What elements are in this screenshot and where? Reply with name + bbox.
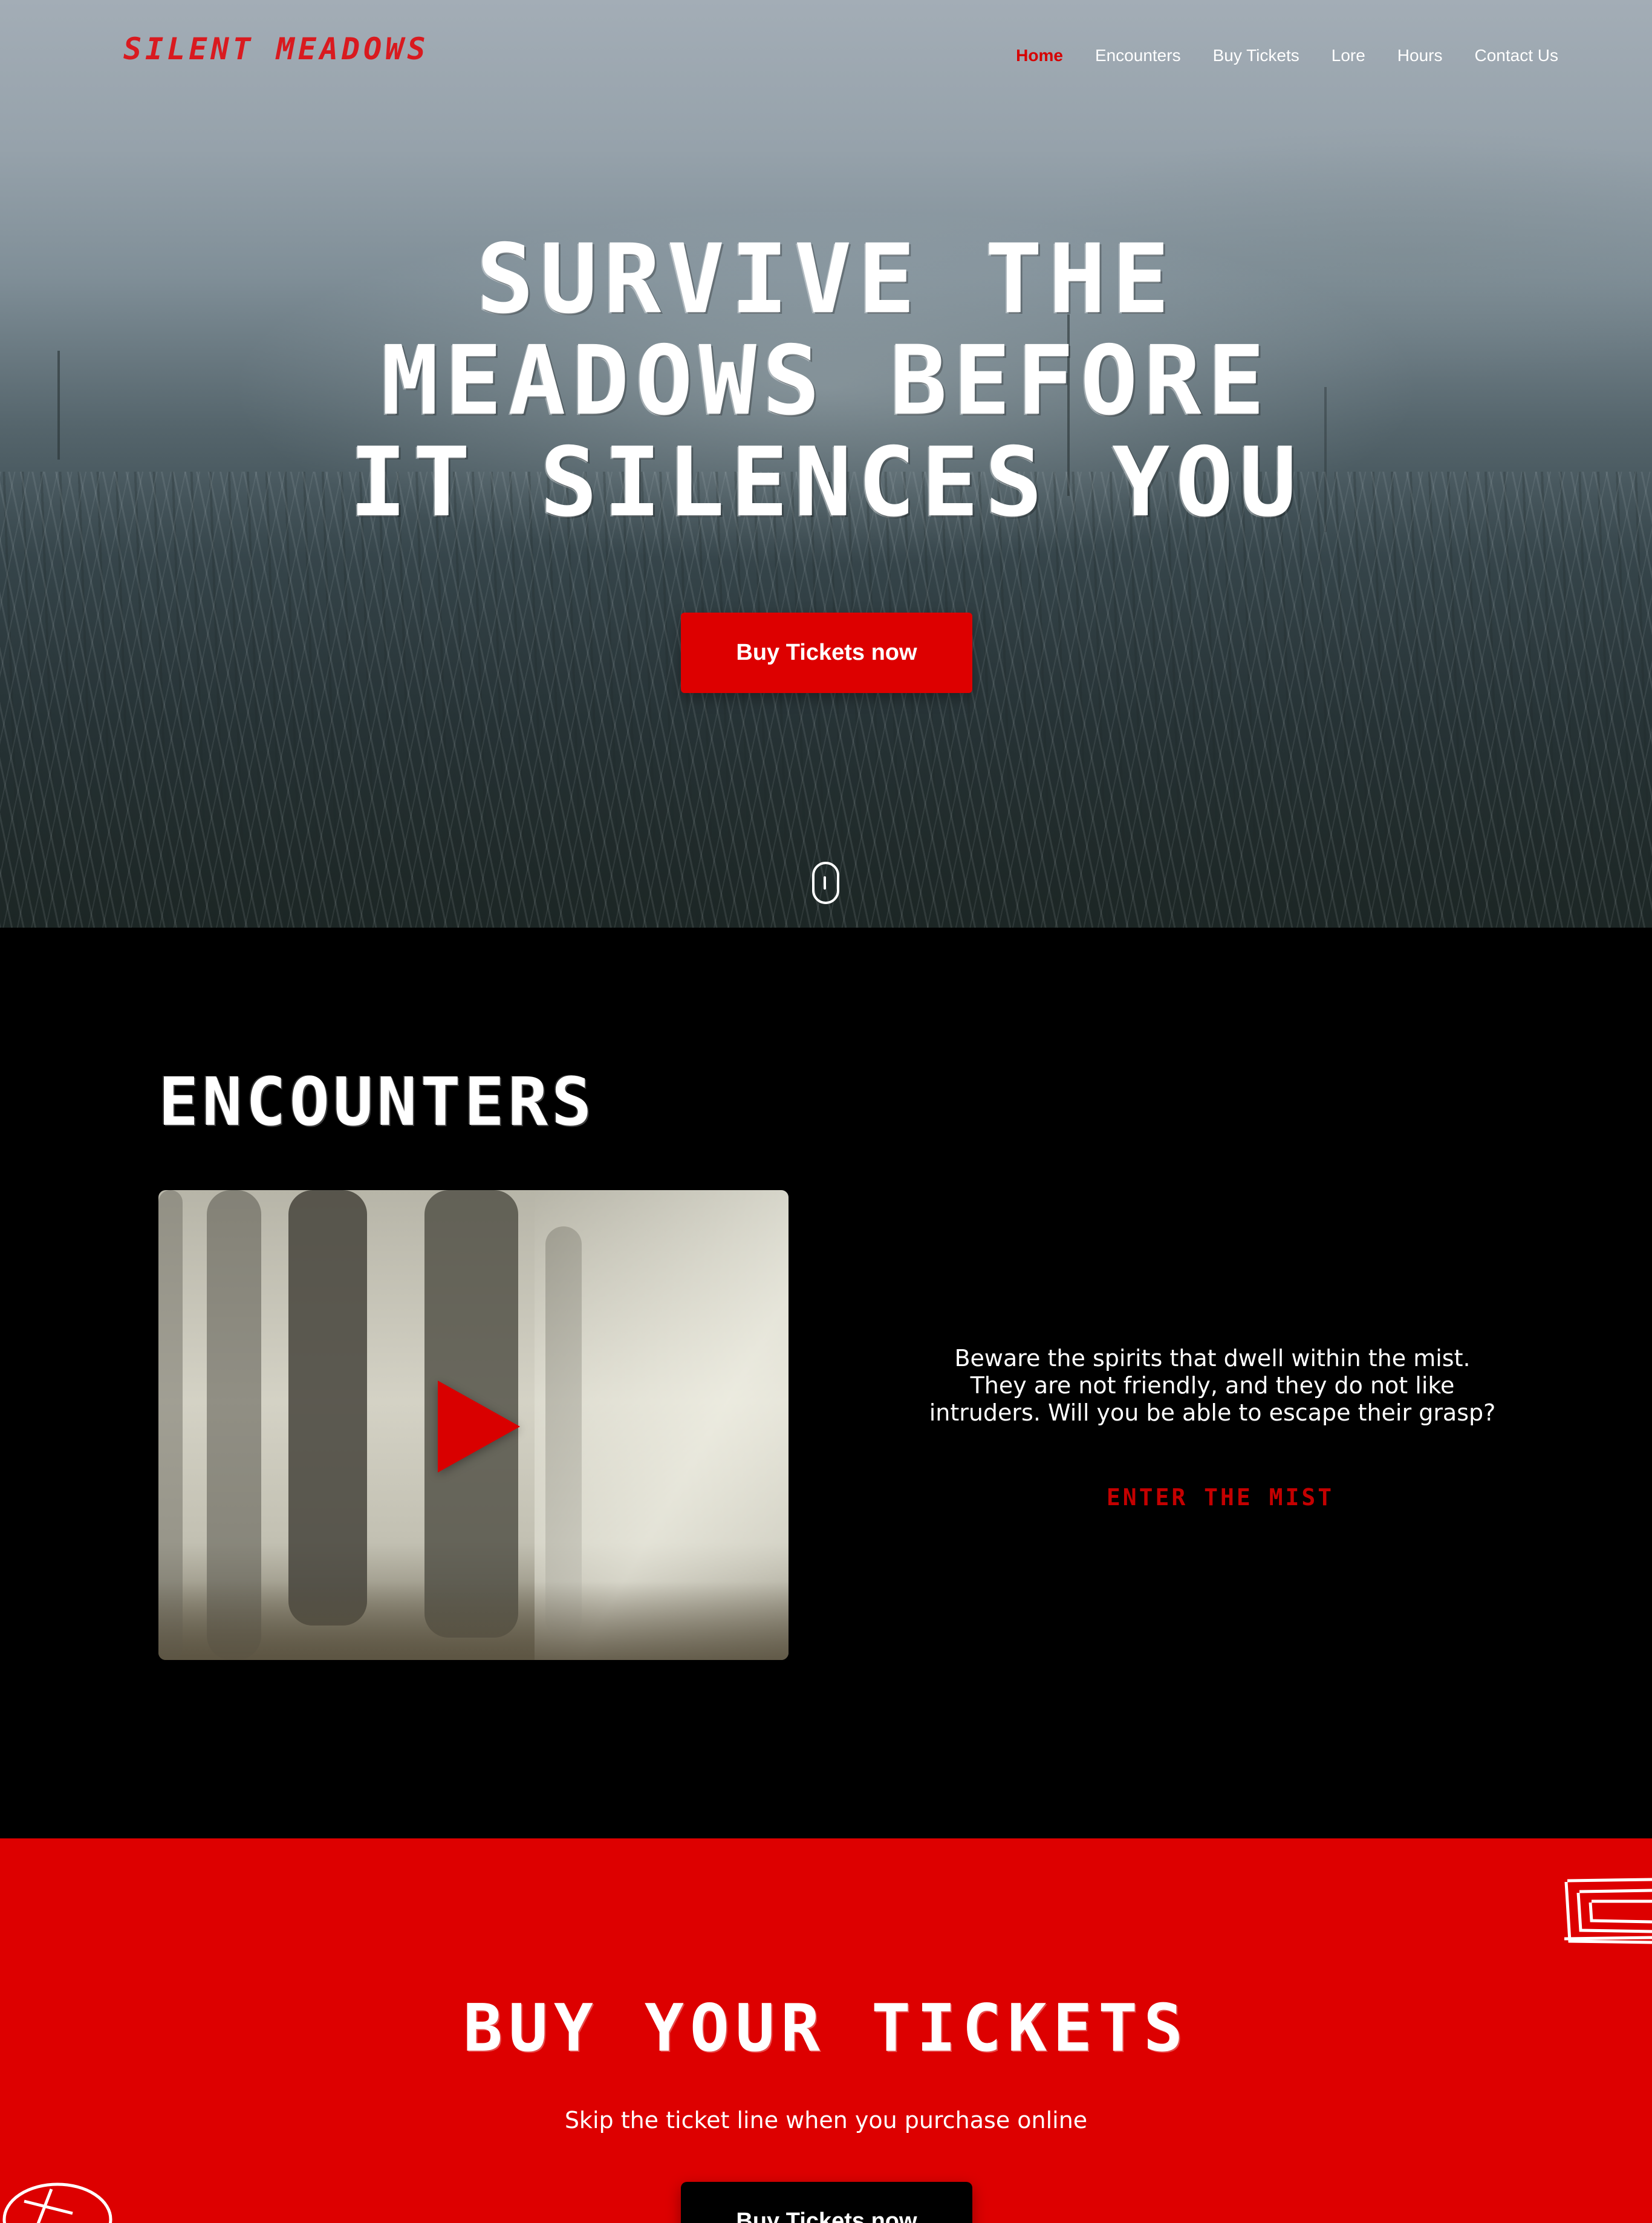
play-icon[interactable] — [438, 1381, 520, 1473]
scribble-circle-decoration — [2, 2182, 112, 2223]
enter-the-mist-link[interactable]: ENTER THE MIST — [1057, 1484, 1384, 1511]
site-logo[interactable]: SILENT MEADOWS — [123, 31, 429, 67]
hero-buy-tickets-button[interactable]: Buy Tickets now — [681, 613, 972, 693]
tree-trunk — [288, 1190, 367, 1626]
hero-section: SILENT MEADOWS Home Encounters Buy Ticke… — [0, 0, 1652, 928]
nav-item-hours[interactable]: Hours — [1397, 46, 1443, 65]
nav-item-home[interactable]: Home — [1016, 46, 1063, 65]
scribble-square-decoration — [1564, 1878, 1652, 1944]
nav-item-buy-tickets[interactable]: Buy Tickets — [1213, 46, 1299, 65]
tickets-title: BUY YOUR TICKETS — [463, 1991, 1189, 2066]
tickets-buy-button[interactable]: Buy Tickets now — [681, 2182, 972, 2223]
tickets-subtitle: Skip the ticket line when you purchase o… — [564, 2107, 1088, 2133]
hero-headline-line: MEADOWS BEFORE — [381, 325, 1271, 437]
encounters-description: Beware the spirits that dwell within the… — [929, 1345, 1496, 1426]
encounters-title: ENCOUNTERS — [158, 1063, 596, 1141]
encounters-video[interactable] — [158, 1190, 789, 1660]
frosted-grass-background — [0, 472, 1652, 928]
forest-floor — [158, 1581, 789, 1660]
encounters-section: ENCOUNTERS Beware the spirits that dwell… — [0, 928, 1652, 1838]
nav-item-lore[interactable]: Lore — [1332, 46, 1365, 65]
hero-headline: SURVIVE THE MEADOWS BEFORE IT SILENCES Y… — [221, 229, 1431, 533]
tree-silhouette — [57, 351, 60, 460]
tickets-section: BUY YOUR TICKETS Skip the ticket line wh… — [0, 1838, 1652, 2223]
hero-headline-line: SURVIVE THE — [476, 224, 1176, 335]
mouse-scroll-icon[interactable] — [812, 862, 839, 904]
nav-item-contact-us[interactable]: Contact Us — [1475, 46, 1559, 65]
main-nav: Home Encounters Buy Tickets Lore Hours C… — [1016, 46, 1558, 65]
nav-item-encounters[interactable]: Encounters — [1095, 46, 1181, 65]
hero-headline-line: IT SILENCES YOU — [349, 427, 1303, 538]
